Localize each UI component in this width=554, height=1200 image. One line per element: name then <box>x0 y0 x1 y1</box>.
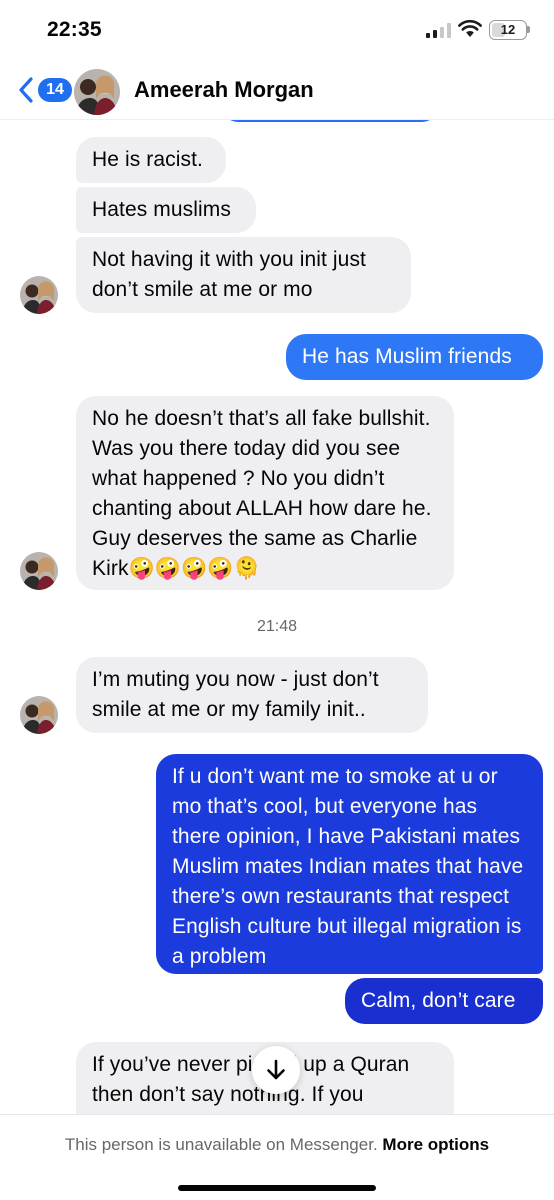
outgoing-message[interactable]: He has Muslim friends <box>286 334 543 380</box>
unavailable-footer: This person is unavailable on Messenger.… <box>0 1114 554 1200</box>
unavailable-notice: This person is unavailable on Messenger. <box>64 1135 378 1154</box>
battery-icon: 12 <box>489 20 527 40</box>
signal-icon <box>426 22 452 38</box>
outgoing-message[interactable]: If u don’t want me to smoke at u or mo t… <box>156 754 543 974</box>
contact-avatar-small <box>20 552 58 590</box>
battery-tip <box>527 26 530 33</box>
status-bar: 22:35 12 <box>0 0 554 60</box>
wifi-icon <box>458 20 482 37</box>
message-timestamp: 21:48 <box>256 618 298 635</box>
contact-avatar-small <box>20 696 58 734</box>
status-time: 22:35 <box>47 18 102 41</box>
back-chevron-icon <box>19 77 33 103</box>
conversation-header: 14 Ameerah Morgan <box>0 60 554 120</box>
contact-name[interactable]: Ameerah Morgan <box>134 77 314 103</box>
contact-avatar-small <box>20 276 58 314</box>
incoming-message[interactable]: Hates muslims <box>76 187 256 233</box>
unread-count-badge: 14 <box>38 78 72 102</box>
incoming-message[interactable]: Not having it with you init just don’t s… <box>76 237 411 313</box>
scroll-to-bottom-button[interactable] <box>252 1046 300 1094</box>
contact-avatar[interactable] <box>74 69 120 115</box>
battery-level: 12 <box>500 22 516 37</box>
footer-message: This person is unavailable on Messenger.… <box>0 1135 554 1155</box>
outgoing-message[interactable]: Calm, don’t care <box>345 978 543 1024</box>
message-list[interactable]: He is racist. Hates muslims Not having i… <box>0 120 554 1114</box>
incoming-message[interactable]: No he doesn’t that’s all fake bullshit. … <box>76 396 454 590</box>
back-button[interactable]: 14 <box>16 75 72 105</box>
home-indicator <box>178 1185 376 1191</box>
more-options-link[interactable]: More options <box>382 1135 489 1154</box>
previous-message-edge <box>222 120 438 122</box>
incoming-message[interactable]: He is racist. <box>76 137 226 183</box>
arrow-down-icon <box>267 1059 285 1080</box>
incoming-message[interactable]: I’m muting you now - just don’t smile at… <box>76 657 428 733</box>
